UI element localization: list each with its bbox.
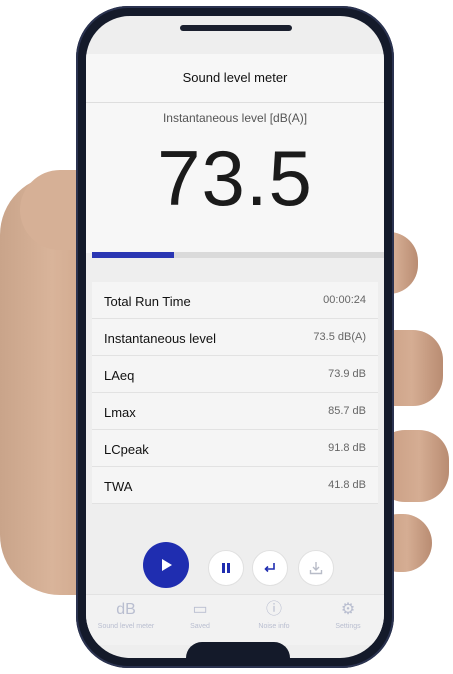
- phone-screen: Sound level meter Instantaneous level [d…: [86, 16, 384, 658]
- stat-row-laeq: LAeq 73.9 dB: [92, 356, 378, 393]
- stat-row-lmax: Lmax 85.7 dB: [92, 393, 378, 430]
- phone-frame: Sound level meter Instantaneous level [d…: [76, 6, 394, 668]
- stat-label: Lmax: [104, 405, 136, 420]
- pause-icon: [222, 563, 230, 573]
- stat-value: 41.8 dB: [328, 479, 366, 491]
- tab-label: Noise info: [258, 623, 290, 630]
- tab-noise-info[interactable]: ⓘ Noise info: [238, 599, 310, 630]
- level-panel: Instantaneous level [dB(A)] 73.5: [86, 103, 384, 253]
- pause-button[interactable]: [208, 550, 244, 586]
- stat-row-lcpeak: LCpeak 91.8 dB: [92, 430, 378, 467]
- db-icon: dB: [116, 601, 136, 618]
- tab-label: Saved: [190, 623, 210, 630]
- level-progress-bar: [92, 252, 384, 258]
- level-label: Instantaneous level [dB(A)]: [162, 111, 308, 125]
- return-icon: [264, 563, 275, 573]
- tab-label: Settings: [335, 623, 361, 630]
- level-progress-fill: [92, 252, 174, 258]
- tab-sound-level-meter[interactable]: dB Sound level meter: [90, 599, 162, 630]
- stats-list: Total Run Time 00:00:24 Instantaneous le…: [92, 282, 378, 504]
- speaker-bar: [180, 25, 292, 31]
- stat-value: 00:00:24: [323, 294, 366, 306]
- stat-label: Total Run Time: [104, 294, 191, 309]
- stat-row-total-run-time: Total Run Time 00:00:24: [92, 282, 378, 319]
- page-title: Sound level meter: [182, 70, 288, 85]
- stat-label: LAeq: [104, 368, 135, 383]
- navigation-bar: Sound level meter: [86, 54, 384, 103]
- info-icon: ⓘ: [265, 601, 282, 618]
- archive-icon: ▭: [192, 601, 208, 618]
- stat-row-instantaneous-level: Instantaneous level 73.5 dB(A): [92, 319, 378, 356]
- tab-saved[interactable]: ▭ Saved: [164, 599, 236, 630]
- reset-button[interactable]: [252, 550, 288, 586]
- stat-label: Instantaneous level: [104, 331, 217, 346]
- tab-bar: dB Sound level meter ▭ Saved ⓘ Noise inf…: [86, 594, 384, 645]
- stat-value: 73.5 dB(A): [313, 331, 366, 343]
- control-bar: [86, 538, 384, 592]
- gear-icon: ⚙: [340, 601, 356, 618]
- tab-settings[interactable]: ⚙ Settings: [312, 599, 384, 630]
- phone-notch: [186, 642, 290, 658]
- tab-label: Sound level meter: [97, 623, 155, 630]
- play-icon: [162, 559, 172, 571]
- stat-value: 85.7 dB: [328, 405, 366, 417]
- level-value: 73.5: [157, 134, 313, 222]
- play-button[interactable]: [143, 542, 189, 588]
- stat-value: 73.9 dB: [328, 368, 366, 380]
- stat-label: LCpeak: [104, 442, 149, 457]
- stat-value: 91.8 dB: [328, 442, 366, 454]
- download-button[interactable]: [298, 550, 334, 586]
- stat-row-twa: TWA 41.8 dB: [92, 467, 378, 504]
- stat-label: TWA: [104, 479, 133, 494]
- download-icon: [309, 562, 323, 575]
